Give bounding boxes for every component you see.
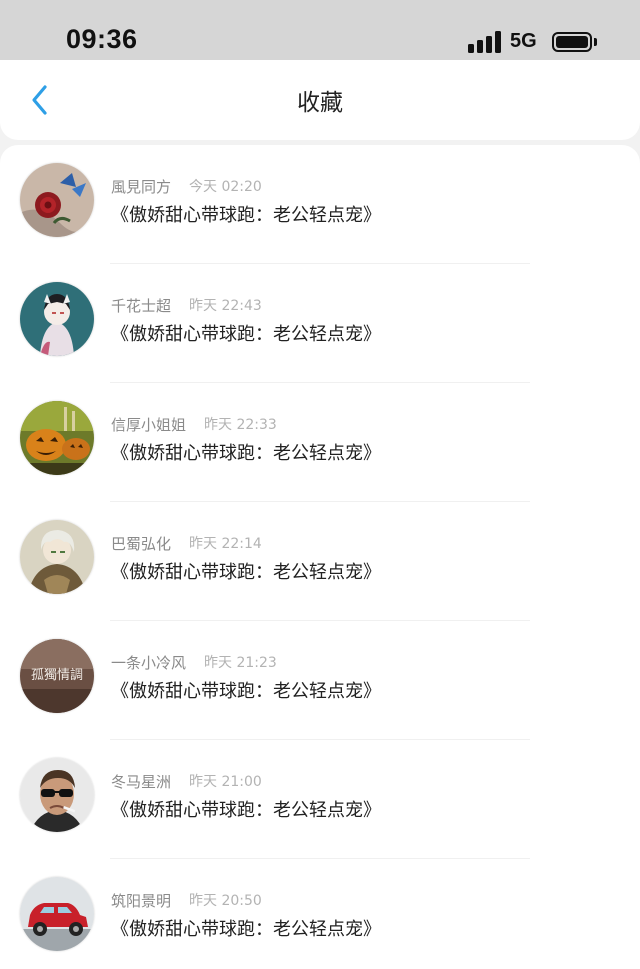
book-title: 《傲娇甜心带球跑：老公轻点宠》 [111, 562, 381, 583]
status-bar: 09:36 5G [0, 0, 640, 60]
status-time: 09:36 [66, 24, 138, 54]
book-title: 《傲娇甜心带球跑：老公轻点宠》 [111, 443, 381, 464]
item-meta: 風見同方 今天 02:20 [111, 175, 262, 197]
favorite-item-2[interactable]: 千花士超 昨天 22:43 《傲娇甜心带球跑：老公轻点宠》 [0, 264, 640, 383]
avatar[interactable] [20, 282, 94, 356]
book-title: 《傲娇甜心带球跑：老公轻点宠》 [111, 800, 381, 821]
timestamp: 昨天 21:23 [204, 655, 277, 671]
username: 筑阳景明 [111, 891, 172, 910]
favorite-item-4[interactable]: 巴蜀弘化 昨天 22:14 《傲娇甜心带球跑：老公轻点宠》 [0, 502, 640, 621]
chevron-left-icon [32, 85, 47, 115]
username: 信厚小姐姐 [111, 415, 187, 434]
username: 千花士超 [111, 296, 172, 315]
favorite-item-7[interactable]: 筑阳景明 昨天 20:50 《傲娇甜心带球跑：老公轻点宠》 [0, 859, 640, 969]
item-meta: 巴蜀弘化 昨天 22:14 [111, 532, 262, 554]
avatar[interactable] [20, 520, 94, 594]
item-meta: 千花士超 昨天 22:43 [111, 294, 262, 316]
phone-screen: 09:36 5G 收藏 風見同方 今天 02:20 《傲娇甜心带球跑：老公轻点宠… [0, 0, 640, 969]
favorite-item-6[interactable]: 冬马星洲 昨天 21:00 《傲娇甜心带球跑：老公轻点宠》 [0, 740, 640, 859]
back-button[interactable] [20, 80, 60, 120]
avatar[interactable] [20, 758, 94, 832]
item-meta: 信厚小姐姐 昨天 22:33 [111, 413, 277, 435]
avatar[interactable]: 孤獨情調 [20, 639, 94, 713]
favorites-list: 風見同方 今天 02:20 《傲娇甜心带球跑：老公轻点宠》 千花士超 昨天 22… [0, 145, 640, 969]
timestamp: 昨天 22:33 [204, 417, 277, 433]
avatar[interactable] [20, 877, 94, 951]
username: 冬马星洲 [111, 772, 172, 791]
avatar-text: 孤獨情調 [30, 668, 83, 683]
page-title: 收藏 [297, 90, 343, 116]
book-title: 《傲娇甜心带球跑：老公轻点宠》 [111, 681, 381, 702]
battery-tip [594, 38, 597, 46]
username: 風見同方 [111, 177, 172, 196]
item-meta: 筑阳景明 昨天 20:50 [111, 889, 262, 911]
timestamp: 昨天 20:50 [189, 893, 262, 909]
book-title: 《傲娇甜心带球跑：老公轻点宠》 [111, 919, 381, 940]
username: 巴蜀弘化 [111, 534, 172, 553]
favorite-item-5[interactable]: 孤獨情調 一条小冷风 昨天 21:23 《傲娇甜心带球跑：老公轻点宠》 [0, 621, 640, 740]
avatar[interactable] [20, 163, 94, 237]
item-meta: 一条小冷风 昨天 21:23 [111, 651, 277, 673]
timestamp: 昨天 22:43 [189, 298, 262, 314]
timestamp: 昨天 22:14 [189, 536, 262, 552]
timestamp: 今天 02:20 [189, 179, 262, 195]
book-title: 《傲娇甜心带球跑：老公轻点宠》 [111, 324, 381, 345]
nav-header: 收藏 [0, 60, 640, 140]
username: 一条小冷风 [111, 653, 187, 672]
favorite-item-1[interactable]: 風見同方 今天 02:20 《傲娇甜心带球跑：老公轻点宠》 [0, 145, 640, 264]
network-type: 5G [510, 30, 537, 52]
item-meta: 冬马星洲 昨天 21:00 [111, 770, 262, 792]
battery-icon [552, 32, 592, 52]
book-title: 《傲娇甜心带球跑：老公轻点宠》 [111, 205, 381, 226]
cellular-signal-icon [468, 31, 502, 53]
favorite-item-3[interactable]: 信厚小姐姐 昨天 22:33 《傲娇甜心带球跑：老公轻点宠》 [0, 383, 640, 502]
timestamp: 昨天 21:00 [189, 774, 262, 790]
avatar[interactable] [20, 401, 94, 475]
